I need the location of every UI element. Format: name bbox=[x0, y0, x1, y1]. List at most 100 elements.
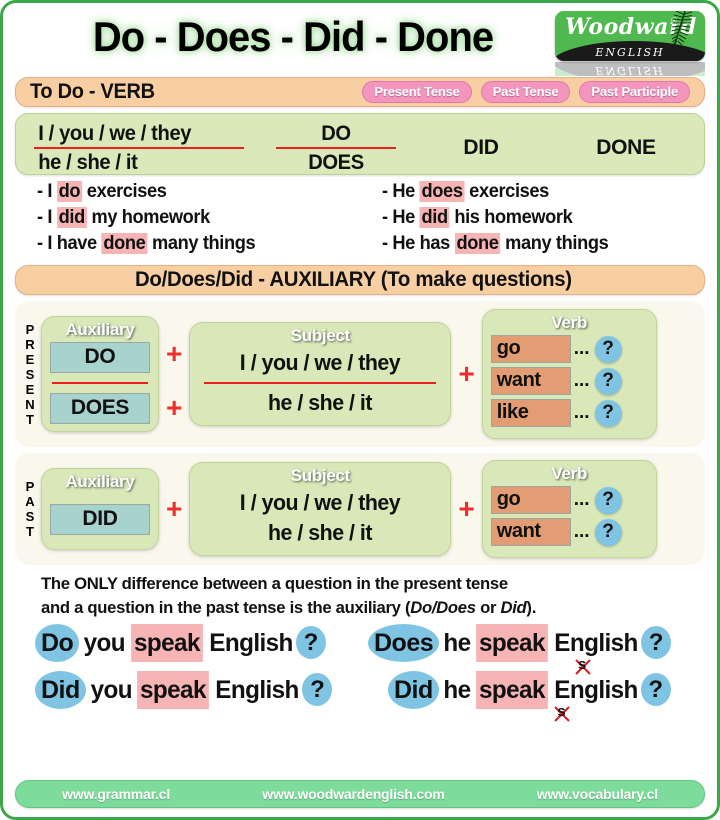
logo-subtitle: ENGLISH bbox=[595, 46, 665, 59]
auxiliary-banner: Do/Does/Did - AUXILIARY (To make questio… bbox=[15, 265, 705, 295]
footer-links: www.grammar.cl www.woodwardenglish.com w… bbox=[15, 780, 705, 808]
example-highlight: done bbox=[454, 233, 501, 254]
verb-box-want[interactable]: want bbox=[490, 367, 571, 395]
question-subject: he bbox=[443, 676, 471, 704]
conjugation-participle: DONE bbox=[561, 136, 691, 160]
crossed-out-s-icon: s bbox=[553, 703, 573, 725]
example-post: his homework bbox=[449, 207, 573, 228]
auxiliary-bubble: Does bbox=[368, 624, 440, 662]
conjugation-do: DO bbox=[321, 122, 351, 145]
example-line: - I have done many things bbox=[37, 231, 347, 257]
footer-link-vocabulary[interactable]: www.vocabulary.cl bbox=[537, 786, 658, 802]
ellipsis: ... bbox=[573, 370, 590, 391]
past-tense-label: PAST bbox=[25, 479, 35, 539]
example-pre: - He has bbox=[382, 233, 455, 254]
conjugation-subject-singular: he / she / it bbox=[38, 151, 138, 174]
question-mark-icon: ? bbox=[640, 673, 671, 706]
question-example: Do you speak English ? bbox=[15, 624, 360, 671]
ellipsis: ... bbox=[573, 402, 590, 423]
explanation-line-2: and a question in the past tense is the … bbox=[41, 596, 692, 620]
verb-box-want[interactable]: want bbox=[490, 518, 571, 546]
conjugation-past: DID bbox=[426, 136, 536, 160]
present-subject-card: Subject I / you / we / they he / she / i… bbox=[189, 322, 452, 426]
subject-singular: he / she / it bbox=[268, 390, 373, 415]
auxiliary-do-box[interactable]: DO bbox=[50, 342, 150, 373]
auxiliary-did-box[interactable]: DID bbox=[50, 504, 150, 535]
example-highlight: do bbox=[56, 181, 83, 202]
auxiliary-bubble: Did bbox=[388, 671, 439, 709]
example-line: - He has done many things bbox=[382, 231, 692, 257]
explanation-line-1: The ONLY difference between a question i… bbox=[41, 574, 508, 593]
verb-banner: To Do - VERB Present Tense Past Tense Pa… bbox=[15, 77, 705, 107]
question-example: Does he speak English ? s bbox=[360, 624, 705, 675]
plus-sign: + bbox=[166, 338, 183, 369]
explanation-italic-did: Did bbox=[500, 598, 527, 617]
woodward-english-logo: Woodward ® ENGLISH ENGLISH bbox=[555, 11, 705, 77]
card-title-auxiliary: Auxiliary bbox=[65, 472, 135, 491]
past-auxiliary-card: Auxiliary DID bbox=[41, 468, 159, 550]
plus-sign: + bbox=[458, 493, 475, 524]
verb-box-go[interactable]: go bbox=[490, 486, 571, 514]
verb-row: want ... ? bbox=[490, 518, 648, 546]
example-highlight: done bbox=[101, 233, 148, 254]
pill-past-tense[interactable]: Past Tense bbox=[480, 81, 571, 103]
example-line: - I did my homework bbox=[37, 205, 347, 231]
example-sentences: - I do exercises - I did my homework - I… bbox=[15, 179, 705, 257]
explanation-part-b: or bbox=[475, 598, 501, 617]
pill-present-tense[interactable]: Present Tense bbox=[362, 81, 472, 103]
present-tense-block: PRESENT Auxiliary DO DOES + + Subject I … bbox=[15, 301, 705, 447]
question-mark-icon: ? bbox=[641, 626, 672, 659]
example-highlight: did bbox=[419, 207, 450, 228]
example-pre: - I have bbox=[37, 233, 102, 254]
header: Do - Does - Did - Done Woodward ® ENGLIS… bbox=[15, 11, 705, 77]
conjugation-done: DONE bbox=[596, 136, 656, 159]
auxiliary-does-box[interactable]: DOES bbox=[50, 393, 150, 424]
example-post: exercises bbox=[82, 181, 167, 202]
verb-box-go[interactable]: go bbox=[490, 335, 571, 363]
example-post: exercises bbox=[464, 181, 549, 202]
question-mark-icon: ? bbox=[295, 626, 326, 659]
card-title-verb: Verb bbox=[551, 464, 588, 483]
question-object: English bbox=[554, 629, 638, 657]
explanation-text: The ONLY difference between a question i… bbox=[41, 572, 692, 620]
subject-plural: I / you / we / they bbox=[240, 350, 401, 375]
logo-badge: Woodward ® ENGLISH bbox=[555, 11, 705, 61]
question-mark-icon: ? bbox=[594, 518, 622, 546]
explanation-part-a: and a question in the past tense is the … bbox=[41, 598, 411, 617]
auxiliary-bubble: Do bbox=[35, 624, 80, 662]
conjugation-box: I / you / we / they he / she / it DO DOE… bbox=[15, 113, 705, 175]
past-subject-card: Subject I / you / we / they he / she / i… bbox=[189, 462, 452, 556]
verb-row: like ... ? bbox=[490, 399, 648, 427]
example-column-left: - I do exercises - I did my homework - I… bbox=[15, 179, 360, 257]
present-auxiliary-card: Auxiliary DO DOES bbox=[41, 316, 159, 432]
card-title-auxiliary: Auxiliary bbox=[65, 320, 135, 339]
verb-box-like[interactable]: like bbox=[490, 399, 571, 427]
pill-past-participle[interactable]: Past Participle bbox=[579, 81, 690, 103]
question-row: Did you speak English ? Did he speak Eng… bbox=[15, 671, 705, 722]
example-highlight: did bbox=[56, 207, 87, 228]
question-mark-icon: ? bbox=[594, 486, 622, 514]
example-line: - He did his homework bbox=[382, 205, 692, 231]
question-verb: speak bbox=[137, 671, 210, 709]
past-verb-card: Verb go ... ? want ... ? bbox=[481, 460, 657, 558]
question-row: Do you speak English ? Does he speak Eng… bbox=[15, 624, 705, 675]
explanation-part-c: ). bbox=[526, 598, 537, 617]
example-column-right: - He does exercises - He did his homewor… bbox=[360, 179, 705, 257]
question-verb: speak bbox=[475, 671, 548, 709]
card-title-subject: Subject bbox=[290, 466, 351, 485]
conjugation-present: DO DOES bbox=[276, 120, 396, 176]
logo-reflection-text: ENGLISH bbox=[595, 64, 665, 76]
card-title-verb: Verb bbox=[551, 313, 588, 332]
present-verb-card: Verb go ... ? want ... ? like ... ? bbox=[481, 309, 657, 439]
question-verb: speak bbox=[476, 624, 548, 662]
auxiliary-bubble: Did bbox=[35, 671, 86, 709]
example-highlight: does bbox=[419, 181, 465, 202]
verb-banner-title: To Do - VERB bbox=[30, 80, 155, 103]
footer-link-grammar[interactable]: www.grammar.cl bbox=[62, 786, 170, 802]
example-line: - I do exercises bbox=[37, 179, 347, 205]
question-subject: you bbox=[83, 629, 126, 657]
footer-link-woodwardenglish[interactable]: www.woodwardenglish.com bbox=[262, 786, 445, 802]
ellipsis: ... bbox=[573, 521, 590, 542]
example-pre: - I bbox=[37, 207, 57, 228]
question-subject: you bbox=[90, 676, 132, 704]
